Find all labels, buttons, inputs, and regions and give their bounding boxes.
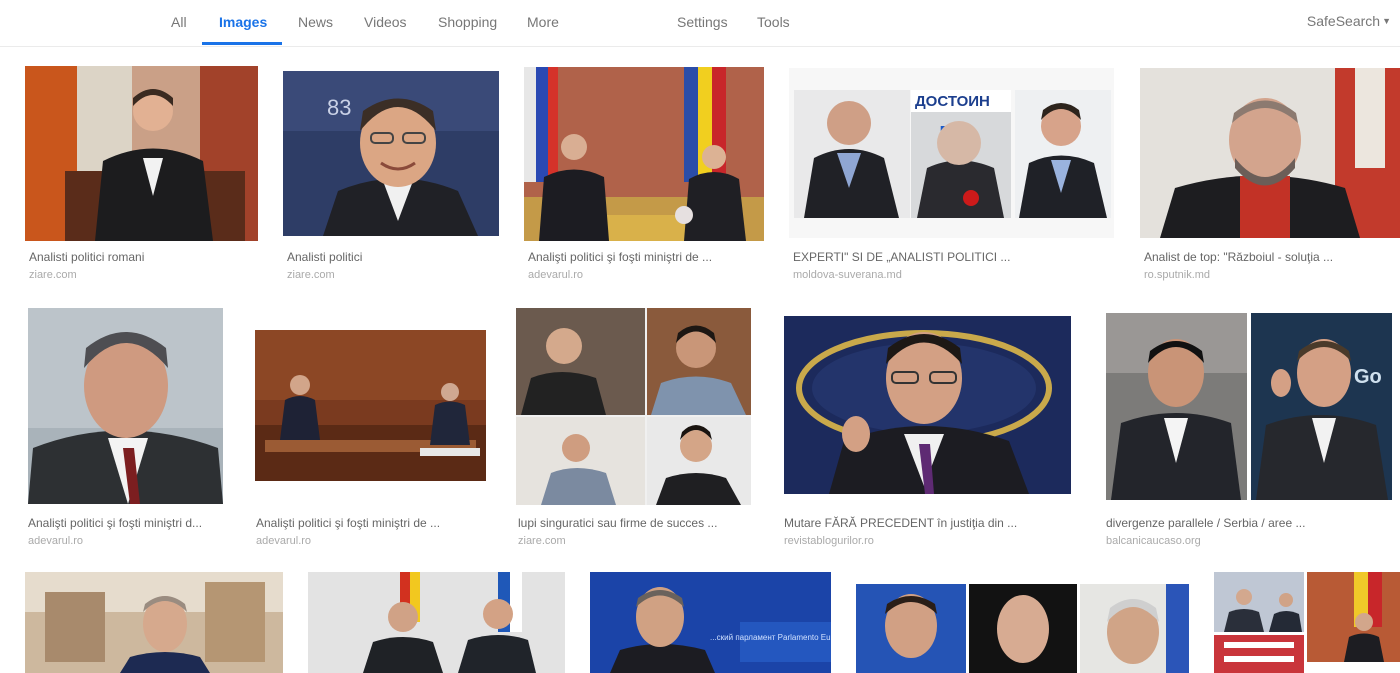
dostoin-text: ДОСТОИН: [915, 93, 990, 110]
tab-more[interactable]: More: [527, 14, 559, 30]
result-source-8[interactable]: ziare.com: [518, 535, 566, 547]
tab-all[interactable]: All: [171, 14, 187, 30]
result-thumbnail-5[interactable]: [1140, 68, 1400, 238]
result-source-3[interactable]: adevarul.ro: [528, 269, 583, 281]
result-caption-1[interactable]: Analisti politici romani: [29, 250, 258, 264]
result-source-9[interactable]: revistablogurilor.ro: [784, 535, 874, 547]
result-thumbnail-3[interactable]: [524, 67, 764, 241]
result-thumbnail-15[interactable]: [1214, 572, 1400, 673]
result-caption-10[interactable]: divergenze parallele / Serbia / aree ...: [1106, 516, 1392, 530]
tab-videos[interactable]: Videos: [364, 14, 407, 30]
result-thumbnail-7[interactable]: [255, 330, 486, 481]
result-source-10[interactable]: balcanicaucaso.org: [1106, 535, 1201, 547]
top-navigation-bar: All Images News Videos Shopping More Set…: [0, 0, 1400, 47]
result-caption-5[interactable]: Analist de top: "Războiul - soluţia ...: [1144, 250, 1400, 264]
caret-down-icon: ▼: [1382, 16, 1391, 26]
result-caption-3[interactable]: Analişti politici şi foşti miniştri de .…: [528, 250, 764, 264]
result-source-7[interactable]: adevarul.ro: [256, 535, 311, 547]
result-thumbnail-11[interactable]: [25, 572, 283, 673]
tab-shopping[interactable]: Shopping: [438, 14, 497, 30]
tools-link[interactable]: Tools: [757, 14, 790, 30]
result-thumbnail-6[interactable]: [28, 308, 223, 504]
result-thumbnail-14[interactable]: [856, 584, 1189, 673]
result-caption-2[interactable]: Analisti politici: [287, 250, 499, 264]
result-thumbnail-2[interactable]: 83: [283, 71, 499, 236]
result-thumbnail-4[interactable]: ДОСТОИН PR: [789, 68, 1114, 238]
result-source-4[interactable]: moldova-suverana.md: [793, 269, 902, 281]
active-tab-indicator: [202, 42, 282, 45]
result-thumbnail-9[interactable]: [784, 316, 1071, 494]
result-thumbnail-8[interactable]: [516, 308, 751, 505]
tab-news[interactable]: News: [298, 14, 333, 30]
result-caption-6[interactable]: Analişti politici şi foşti miniştri d...: [28, 516, 223, 530]
result-caption-4[interactable]: EXPERTI" SI DE „ANALISTI POLITICI ...: [793, 250, 1114, 264]
parliament-text: ...ский парламент Parlamento Eu...: [710, 633, 831, 642]
settings-link[interactable]: Settings: [677, 14, 728, 30]
result-source-1[interactable]: ziare.com: [29, 269, 77, 281]
result-source-2[interactable]: ziare.com: [287, 269, 335, 281]
safesearch-dropdown[interactable]: SafeSearch ▼: [1307, 13, 1391, 29]
result-source-5[interactable]: ro.sputnik.md: [1144, 269, 1210, 281]
result-caption-9[interactable]: Mutare FĂRĂ PRECEDENT în justiţia din ..…: [784, 516, 1071, 530]
result-source-6[interactable]: adevarul.ro: [28, 535, 83, 547]
background-number: 83: [327, 95, 351, 120]
result-thumbnail-10[interactable]: Go: [1106, 313, 1392, 500]
result-thumbnail-13[interactable]: ...ский парламент Parlamento Eu...: [590, 572, 831, 673]
result-thumbnail-1[interactable]: [25, 66, 258, 241]
result-caption-8[interactable]: lupi singuratici sau firme de succes ...: [518, 516, 751, 530]
result-caption-7[interactable]: Analişti politici şi foşti miniştri de .…: [256, 516, 486, 530]
result-thumbnail-12[interactable]: [308, 572, 565, 673]
safesearch-label: SafeSearch: [1306, 13, 1381, 29]
tab-images[interactable]: Images: [219, 14, 267, 30]
go-text: Go: [1354, 366, 1382, 388]
